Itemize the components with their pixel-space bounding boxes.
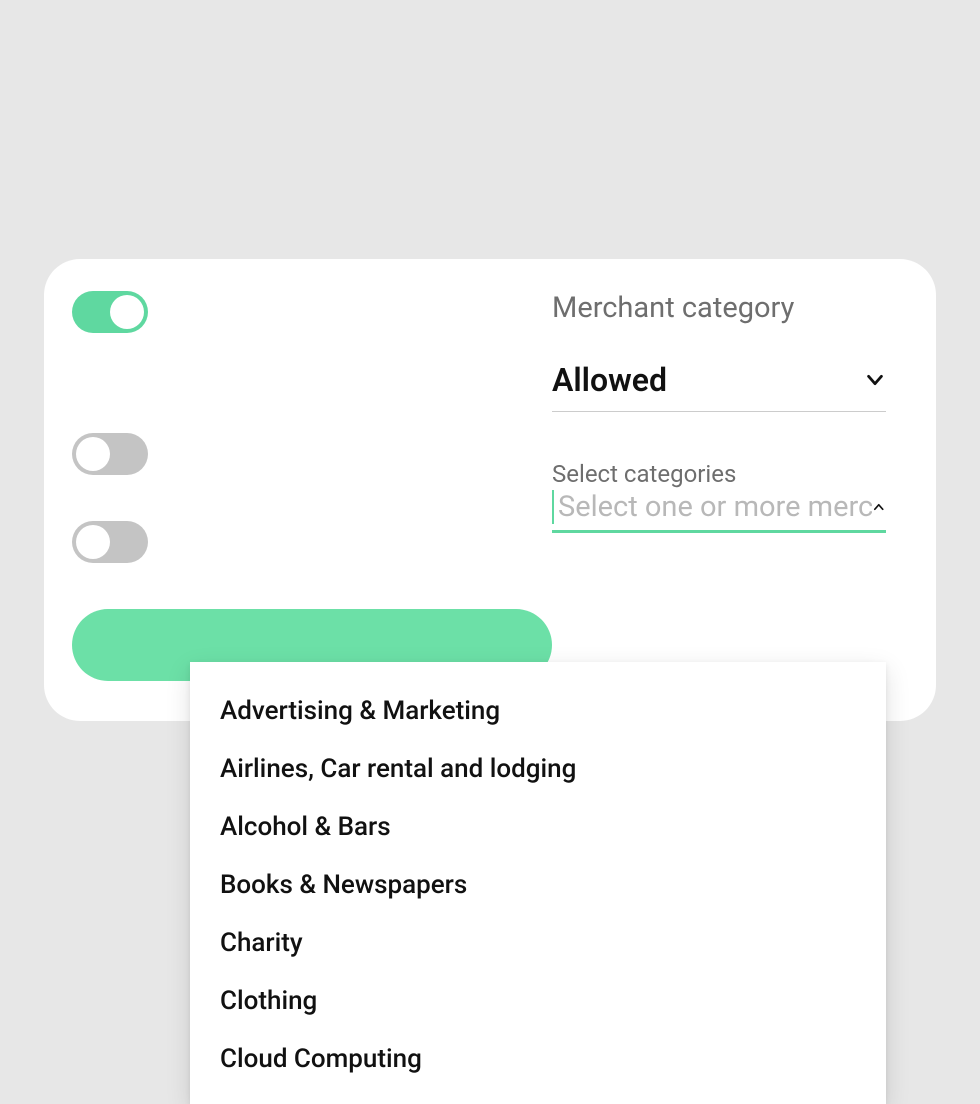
- categories-placeholder: Select one or more merchant categories: [558, 490, 872, 524]
- categories-input-area: Select one or more merchant categories: [552, 490, 872, 524]
- category-option[interactable]: Books & Newspapers: [190, 856, 886, 914]
- categories-field-label: Select categories: [552, 460, 886, 488]
- merchant-category-toggle[interactable]: [72, 291, 148, 333]
- category-option[interactable]: Charity: [190, 914, 886, 972]
- mode-select[interactable]: Allowed: [552, 361, 886, 412]
- merchant-category-content: Merchant category Allowed Select categor…: [552, 287, 886, 533]
- merchant-category-row: Merchant category Allowed Select categor…: [72, 287, 886, 681]
- extra-toggles-group: [72, 433, 552, 681]
- category-option[interactable]: Clothing: [190, 972, 886, 1030]
- toggle-column: [72, 287, 552, 681]
- text-caret-icon: [552, 490, 554, 524]
- category-option[interactable]: Advertising & Marketing: [190, 682, 886, 740]
- categories-multiselect[interactable]: Select one or more merchant categories: [552, 490, 886, 530]
- category-option[interactable]: Airlines, Car rental and lodging: [190, 740, 886, 798]
- toggle-knob: [110, 295, 144, 329]
- categories-dropdown[interactable]: Advertising & MarketingAirlines, Car ren…: [190, 662, 886, 1104]
- chevron-down-icon: [864, 369, 886, 391]
- secondary-toggle-1[interactable]: [72, 433, 148, 475]
- toggle-knob: [76, 525, 110, 559]
- toggle-knob: [76, 437, 110, 471]
- mode-select-value: Allowed: [552, 361, 667, 399]
- settings-card: Merchant category Allowed Select categor…: [44, 259, 936, 721]
- section-title: Merchant category: [552, 291, 886, 325]
- categories-input-underline: [552, 530, 886, 533]
- category-option[interactable]: Cloud Computing: [190, 1030, 886, 1088]
- category-option[interactable]: Alcohol & Bars: [190, 798, 886, 856]
- secondary-toggle-2[interactable]: [72, 521, 148, 563]
- chevron-up-icon: [872, 496, 886, 518]
